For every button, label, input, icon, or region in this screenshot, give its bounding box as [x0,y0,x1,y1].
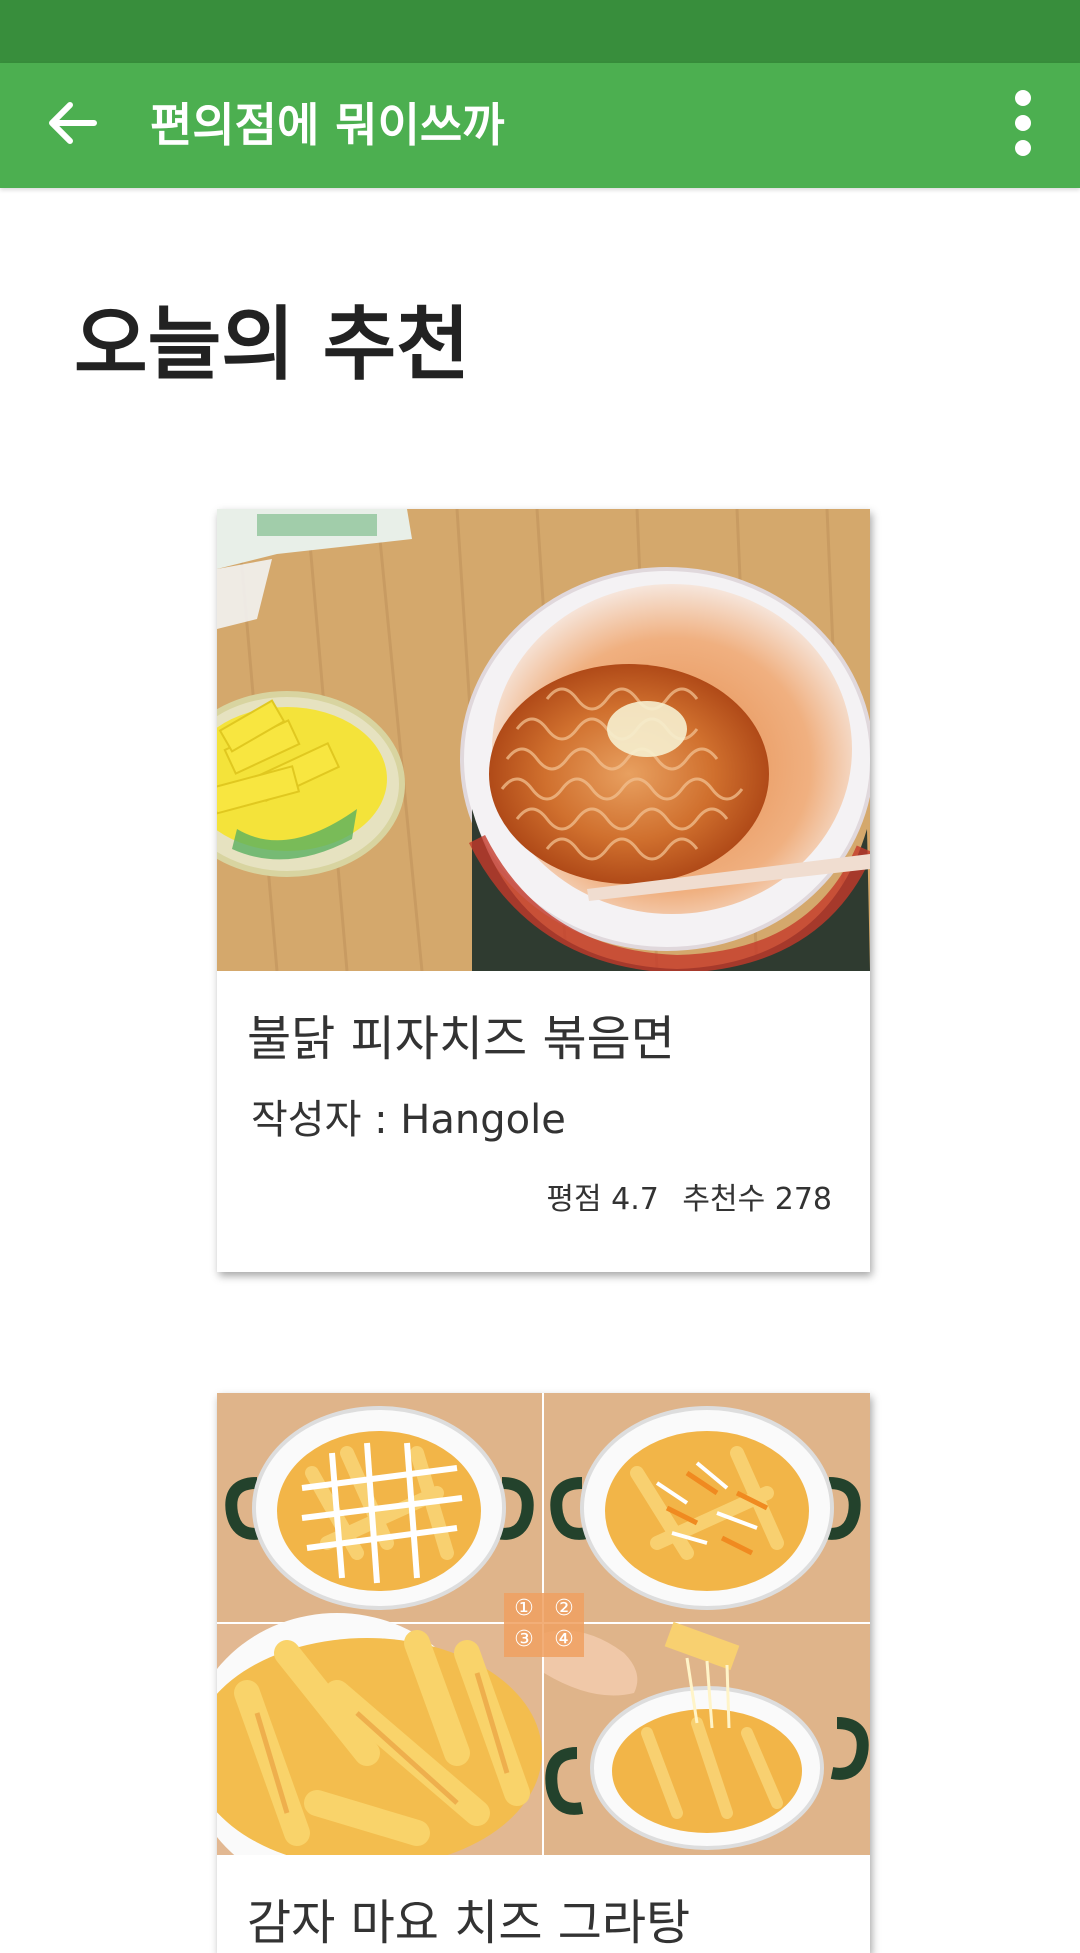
back-button[interactable] [24,89,120,161]
card-stats: 평점 4.7 추천수 278 [532,1174,832,1218]
card-image-cup-ramen [217,509,870,971]
step-label-3: ③ [514,1627,534,1652]
card-title: 불닭 피자치즈 볶음면 [247,1011,675,1067]
card-title: 감자 마요 치즈 그라탕 [247,1895,691,1951]
recipe-card[interactable]: 불닭 피자치즈 볶음면 작성자 : Hangole 평점 4.7 추천수 278 [217,509,870,1272]
status-bar [0,0,1080,63]
section-title: 오늘의 추천 [74,298,470,391]
arrow-left-icon [40,91,104,159]
step-label-4: ④ [554,1627,574,1652]
app-bar: 편의점에 뭐이쓰까 [0,63,1080,188]
app-title: 편의점에 뭐이쓰까 [150,98,505,152]
card-recommends: 추천수 278 [682,1182,832,1217]
recipe-card[interactable]: ① ② ③ ④ 감자 마요 치즈 그라탕 [217,1393,870,1953]
more-vert-icon [1011,88,1035,162]
card-rating: 평점 4.7 [546,1182,659,1217]
card-image-potato-gratin: ① ② ③ ④ [217,1393,870,1855]
more-options-button[interactable] [990,89,1056,161]
card-author: 작성자 : Hangole [251,1097,566,1143]
